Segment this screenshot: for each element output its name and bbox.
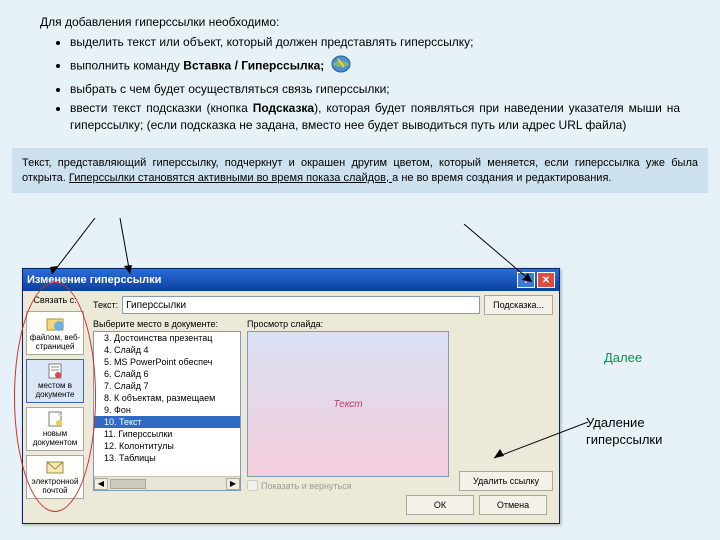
delete-link-label: Удаление гиперссылки: [586, 415, 706, 449]
hyperlink-dialog: Изменение гиперссылки ? ✕ Связать с: фай…: [22, 268, 560, 524]
linkto-mail-button[interactable]: электронной почтой: [26, 455, 84, 499]
scroll-right-icon[interactable]: ▶: [226, 478, 240, 490]
tree-item[interactable]: 10. Текст: [94, 416, 240, 428]
show-return-label: Показать и вернуться: [261, 481, 352, 491]
tooltip-button[interactable]: Подсказка...: [484, 295, 553, 315]
tree-item[interactable]: 4. Слайд 4: [94, 344, 240, 356]
preview-slide-text: Текст: [333, 399, 362, 410]
ok-button[interactable]: ОК: [406, 495, 474, 515]
remove-link-button[interactable]: Удалить ссылку: [459, 471, 553, 491]
tree-item[interactable]: 9. Фон: [94, 404, 240, 416]
tree-item[interactable]: 13. Таблицы: [94, 452, 240, 464]
help-button[interactable]: ?: [517, 272, 535, 288]
scroll-thumb[interactable]: [110, 479, 146, 489]
select-place-label: Выберите место в документе:: [93, 319, 241, 329]
text-input[interactable]: [122, 296, 480, 314]
tree-item[interactable]: 12. Колонтитулы: [94, 440, 240, 452]
linkto-web-button[interactable]: файлом, веб-страницей: [26, 311, 84, 355]
next-link[interactable]: Далее: [604, 350, 642, 365]
folder-globe-icon: [44, 314, 66, 332]
note-box: Текст, представляющий гиперссылку, подче…: [12, 148, 708, 194]
preview-label: Просмотр слайда:: [247, 319, 449, 329]
tree-scrollbar[interactable]: ◀ ▶: [94, 476, 240, 490]
new-doc-icon: [44, 410, 66, 428]
linkto-label: Связать с:: [33, 295, 76, 305]
close-button[interactable]: ✕: [537, 272, 555, 288]
tree-item[interactable]: 3. Достоинства презентац: [94, 332, 240, 344]
dialog-title: Изменение гиперссылки: [27, 274, 515, 286]
tree-item[interactable]: 6. Слайд 6: [94, 368, 240, 380]
intro-li4: ввести текст подсказки (кнопка Подсказка…: [70, 100, 680, 134]
linkto-panel: Связать с: файлом, веб-страницей местом …: [23, 291, 87, 523]
mail-icon: [44, 458, 66, 476]
slide-tree[interactable]: 3. Достоинства презентац4. Слайд 45. MS …: [93, 331, 241, 491]
cancel-button[interactable]: Отмена: [479, 495, 547, 515]
tree-item[interactable]: 11. Гиперссылки: [94, 428, 240, 440]
slide-preview: Текст: [247, 331, 449, 477]
tree-item[interactable]: 5. MS PowerPoint обеспеч: [94, 356, 240, 368]
tree-item[interactable]: 8. К объектам, размещаем: [94, 392, 240, 404]
document-icon: [44, 362, 66, 380]
globe-icon: [328, 53, 354, 80]
intro-text: Для добавления гиперссылки необходимо: в…: [0, 0, 720, 142]
linkto-doc-button[interactable]: местом в документе: [26, 359, 84, 403]
text-label: Текст:: [93, 300, 118, 310]
scroll-left-icon[interactable]: ◀: [94, 478, 108, 490]
linkto-new-button[interactable]: новым документом: [26, 407, 84, 451]
dialog-titlebar[interactable]: Изменение гиперссылки ? ✕: [23, 269, 559, 291]
intro-heading: Для добавления гиперссылки необходимо:: [40, 14, 680, 31]
intro-li2: выполнить команду Вставка / Гиперссылка;: [70, 53, 680, 80]
intro-li3: выбрать с чем будет осуществляться связь…: [70, 81, 680, 98]
show-return-checkbox: [247, 480, 258, 491]
tree-item[interactable]: 7. Слайд 7: [94, 380, 240, 392]
intro-li1: выделить текст или объект, который долже…: [70, 34, 680, 51]
